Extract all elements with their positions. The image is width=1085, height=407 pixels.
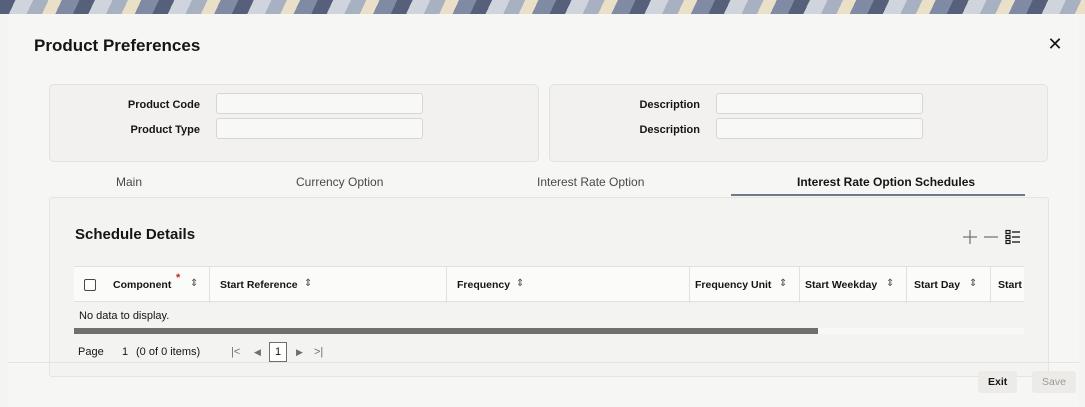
schedule-details-panel: Schedule Details Component * ⇕ Start Ref…	[49, 197, 1049, 377]
product-preferences-dialog: Product Preferences ✕ Product Code Produ…	[8, 14, 1079, 407]
column-header-start[interactable]: Start	[998, 279, 1022, 291]
page-number-input[interactable]: 1	[122, 346, 128, 358]
column-separator	[906, 267, 907, 303]
tab-interest-rate-option-schedules[interactable]: Interest Rate Option Schedules	[797, 175, 975, 189]
sort-icon[interactable]: ⇕	[886, 278, 894, 289]
column-separator	[689, 267, 690, 303]
header-fields-right: Description Description	[549, 84, 1048, 162]
column-header-frequency[interactable]: Frequency	[457, 279, 510, 291]
schedule-grid: Component * ⇕ Start Reference ⇕ Frequenc…	[74, 266, 1024, 362]
column-separator	[446, 267, 447, 303]
header-fields-left: Product Code Product Type	[49, 84, 539, 162]
column-separator	[990, 267, 991, 303]
column-header-start-reference[interactable]: Start Reference	[220, 279, 298, 291]
save-button[interactable]: Save	[1032, 371, 1076, 393]
tab-main[interactable]: Main	[116, 175, 142, 189]
current-page-button[interactable]: 1	[269, 342, 287, 362]
close-icon[interactable]: ✕	[1047, 35, 1063, 53]
sort-icon[interactable]: ⇕	[516, 278, 524, 289]
description-input-2[interactable]	[716, 118, 923, 139]
pagination: Page 1 (0 of 0 items) |< ◀ 1 ▶ >|	[74, 340, 474, 364]
product-type-label: Product Type	[130, 124, 200, 136]
dialog-title: Product Preferences	[34, 36, 201, 55]
column-separator	[799, 267, 800, 303]
column-header-start-day[interactable]: Start Day	[914, 279, 960, 291]
column-header-component[interactable]: Component	[113, 279, 171, 291]
previous-page-icon[interactable]: ◀	[254, 347, 261, 358]
tab-currency-option[interactable]: Currency Option	[296, 175, 383, 189]
sort-icon[interactable]: ⇕	[304, 278, 312, 289]
grid-header: Component * ⇕ Start Reference ⇕ Frequenc…	[74, 266, 1024, 303]
add-row-icon[interactable]	[961, 228, 979, 246]
exit-button[interactable]: Exit	[978, 371, 1018, 393]
page-label: Page	[78, 346, 104, 358]
tab-bar: Main Currency Option Interest Rate Optio…	[49, 169, 1049, 197]
column-separator	[209, 267, 210, 303]
header-banner	[0, 0, 1085, 14]
sort-icon[interactable]: ⇕	[779, 278, 787, 289]
sort-icon[interactable]: ⇕	[969, 278, 977, 289]
column-header-frequency-unit[interactable]: Frequency Unit	[695, 279, 771, 291]
section-title: Schedule Details	[75, 226, 196, 243]
scrollbar-thumb[interactable]	[74, 328, 818, 334]
description-input[interactable]	[716, 93, 923, 114]
next-page-icon[interactable]: ▶	[296, 347, 303, 358]
column-header-start-weekday[interactable]: Start Weekday	[805, 279, 877, 291]
product-code-input[interactable]	[216, 93, 423, 114]
delete-row-icon[interactable]	[982, 228, 1000, 246]
active-tab-indicator	[731, 194, 1025, 196]
tab-interest-rate-option[interactable]: Interest Rate Option	[537, 175, 644, 189]
product-type-input[interactable]	[216, 118, 423, 139]
sort-icon[interactable]: ⇕	[190, 278, 198, 289]
description-label-2: Description	[639, 124, 700, 136]
single-record-view-icon[interactable]	[1004, 228, 1022, 246]
footer-divider	[8, 362, 1079, 363]
product-code-label: Product Code	[127, 99, 200, 111]
description-label: Description	[639, 99, 700, 111]
items-count: (0 of 0 items)	[136, 346, 201, 358]
select-all-checkbox[interactable]	[84, 279, 96, 291]
first-page-icon[interactable]: |<	[231, 346, 240, 358]
empty-message: No data to display.	[79, 310, 170, 322]
required-indicator: *	[176, 272, 181, 284]
last-page-icon[interactable]: >|	[314, 346, 323, 358]
